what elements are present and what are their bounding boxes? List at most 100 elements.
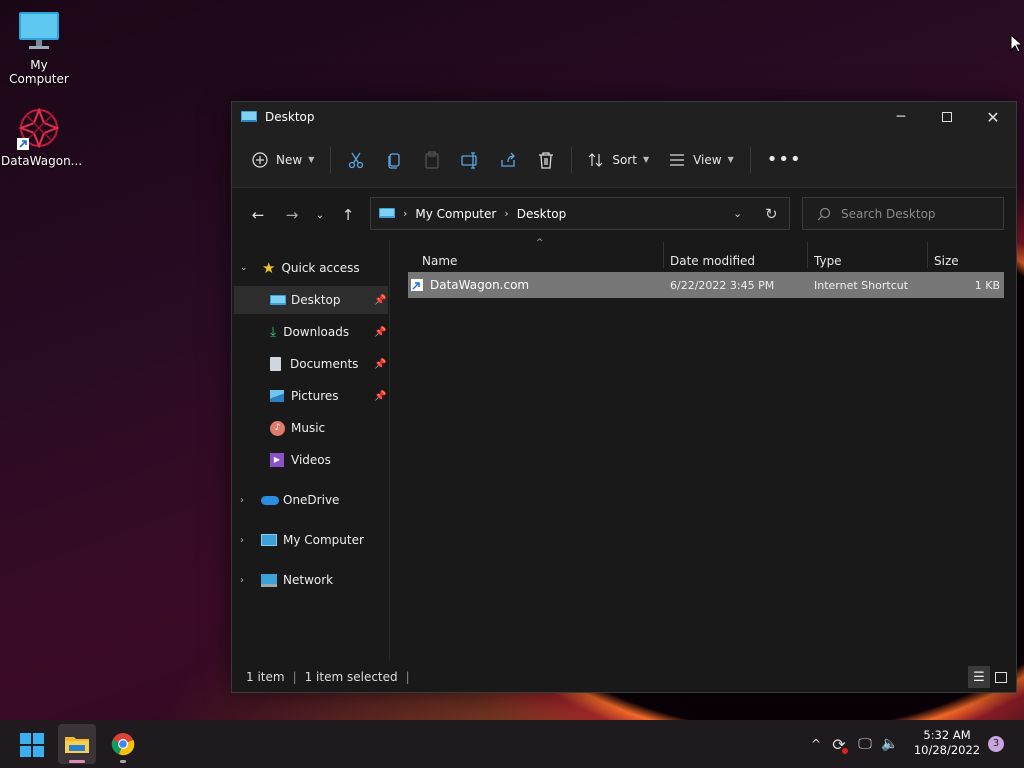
share-button[interactable] (489, 144, 527, 176)
taskbar-chrome[interactable] (104, 724, 142, 764)
chevron-down-icon: ▼ (727, 155, 734, 164)
sidebar-item-label: Documents (290, 357, 359, 371)
file-type: Internet Shortcut (814, 278, 909, 292)
chevron-right-icon: › (240, 574, 244, 586)
new-button[interactable]: New ▼ (242, 144, 324, 176)
column-divider[interactable] (807, 242, 808, 268)
status-item-count: 1 item (246, 670, 285, 684)
chevron-right-icon: › (240, 494, 244, 506)
details-view-icon: ☰ (973, 669, 985, 685)
breadcrumb-my-computer[interactable]: My Computer (415, 207, 496, 221)
details-view-button[interactable]: ☰ (968, 666, 990, 688)
sidebar-item-downloads[interactable]: ⤓ Downloads 📌 (270, 318, 388, 346)
desktop-icon-my-computer[interactable]: My Computer (1, 10, 77, 86)
arrow-right-icon: → (285, 206, 299, 224)
file-date: 6/22/2022 3:45 PM (670, 278, 775, 292)
maximize-icon (942, 112, 952, 122)
sidebar-item-label: Pictures (291, 389, 339, 403)
sidebar-item-network[interactable]: › Network (240, 566, 333, 594)
internet-shortcut-icon (411, 279, 423, 291)
desktop-location-icon (379, 207, 395, 220)
chevron-down-icon: ▼ (642, 155, 650, 164)
breadcrumb-desktop[interactable]: Desktop (517, 207, 567, 221)
file-name: DataWagon.com (430, 278, 530, 292)
pin-icon[interactable]: 📌 (374, 327, 386, 338)
music-icon: ♪ (270, 420, 285, 436)
address-dropdown-icon[interactable]: ⌄ (733, 207, 742, 220)
recent-locations-button[interactable]: ⌄ (308, 201, 332, 229)
column-divider[interactable] (927, 242, 928, 268)
pin-icon[interactable]: 📌 (374, 295, 386, 306)
column-header-type[interactable]: Type (814, 254, 842, 268)
minimize-button[interactable]: ─ (878, 102, 924, 132)
sidebar-quick-access[interactable]: ⌄ ★ Quick access (240, 254, 360, 282)
status-bar: 1 item | 1 item selected | ☰ (232, 662, 1016, 692)
sort-ascending-icon: ^ (536, 238, 544, 248)
navigation-pane: ⌄ ★ Quick access Desktop 📌 ⤓ Downloads 📌… (232, 240, 390, 660)
clock-date: 10/28/2022 (913, 743, 981, 757)
column-header-name[interactable]: Name (422, 254, 457, 268)
copy-icon (388, 152, 400, 169)
column-header-size[interactable]: Size (934, 254, 959, 268)
command-bar: New ▼ Sort ▼ View ▼ ••• (232, 132, 1016, 188)
sidebar-item-my-computer[interactable]: › My Computer (240, 526, 364, 554)
view-button[interactable]: View ▼ (659, 144, 744, 176)
sidebar-item-label: My Computer (283, 533, 364, 547)
pin-icon[interactable]: 📌 (374, 391, 386, 402)
clock[interactable]: 5:32 AM 10/28/2022 (910, 728, 984, 758)
sort-icon (588, 152, 603, 167)
sidebar-item-documents[interactable]: Documents 📌 (270, 350, 388, 378)
paste-button[interactable] (413, 144, 451, 176)
sort-button[interactable]: Sort ▼ (578, 144, 659, 176)
search-input[interactable]: Search Desktop (802, 197, 1004, 230)
view-label: View (693, 152, 722, 167)
refresh-icon[interactable]: ↻ (765, 205, 778, 223)
volume-icon[interactable]: 🔈 (878, 736, 902, 752)
taskbar: ^ ⟳ 🖵 🔈 5:32 AM 10/28/2022 3 (0, 720, 1024, 768)
sort-label: Sort (612, 152, 637, 167)
column-header-date-modified[interactable]: Date modified (670, 254, 755, 268)
view-list-icon (670, 153, 685, 166)
taskbar-file-explorer[interactable] (58, 724, 96, 764)
forward-button[interactable]: → (276, 201, 308, 229)
close-button[interactable]: ✕ (970, 102, 1016, 132)
download-icon: ⤓ (270, 324, 277, 340)
pin-icon[interactable]: 📌 (374, 359, 386, 370)
sidebar-item-videos[interactable]: ▶ Videos (270, 446, 388, 474)
star-icon: ★ (262, 259, 276, 277)
scissors-icon (349, 152, 364, 168)
more-options-button[interactable]: ••• (757, 144, 812, 176)
start-button[interactable] (14, 728, 50, 762)
breadcrumb-separator-icon: › (403, 207, 408, 220)
copy-button[interactable] (375, 144, 413, 176)
tiles-view-button[interactable] (990, 666, 1012, 688)
file-row[interactable]: DataWagon.com 6/22/2022 3:45 PM Internet… (408, 272, 1004, 298)
file-explorer-window: Desktop ─ ✕ New ▼ Sort ▼ View ▼ ••• ← → … (231, 101, 1017, 764)
sync-status-icon[interactable]: ⟳ (826, 735, 852, 754)
sidebar-item-music[interactable]: ♪ Music (270, 414, 388, 442)
folder-desktop-icon (241, 110, 257, 124)
search-placeholder: Search Desktop (841, 206, 936, 221)
sidebar-item-pictures[interactable]: Pictures 📌 (270, 382, 388, 410)
cut-button[interactable] (337, 144, 375, 176)
rename-button[interactable] (451, 144, 489, 176)
network-status-icon[interactable]: 🖵 (852, 736, 878, 752)
desktop-icon-label: My Computer (9, 58, 69, 86)
column-divider[interactable] (663, 242, 664, 268)
delete-button[interactable] (527, 144, 565, 176)
monitor-icon (17, 10, 61, 54)
back-button[interactable]: ← (242, 201, 274, 229)
status-separator: | (405, 670, 410, 684)
chrome-icon (111, 733, 135, 756)
maximize-button[interactable] (924, 102, 970, 132)
sidebar-item-onedrive[interactable]: › OneDrive (240, 486, 339, 514)
desktop-icon-datawagon[interactable]: DataWagon... (1, 106, 82, 168)
computer-icon (261, 534, 277, 546)
chevron-down-icon: ⌄ (315, 209, 325, 221)
sidebar-item-desktop[interactable]: Desktop 📌 (234, 286, 388, 314)
active-indicator (69, 760, 85, 763)
address-bar[interactable]: › My Computer › Desktop ⌄ ↻ (370, 197, 790, 230)
notification-badge[interactable]: 3 (988, 736, 1004, 752)
show-hidden-icons-button[interactable]: ^ (806, 737, 826, 751)
up-button[interactable]: ↑ (332, 201, 364, 229)
